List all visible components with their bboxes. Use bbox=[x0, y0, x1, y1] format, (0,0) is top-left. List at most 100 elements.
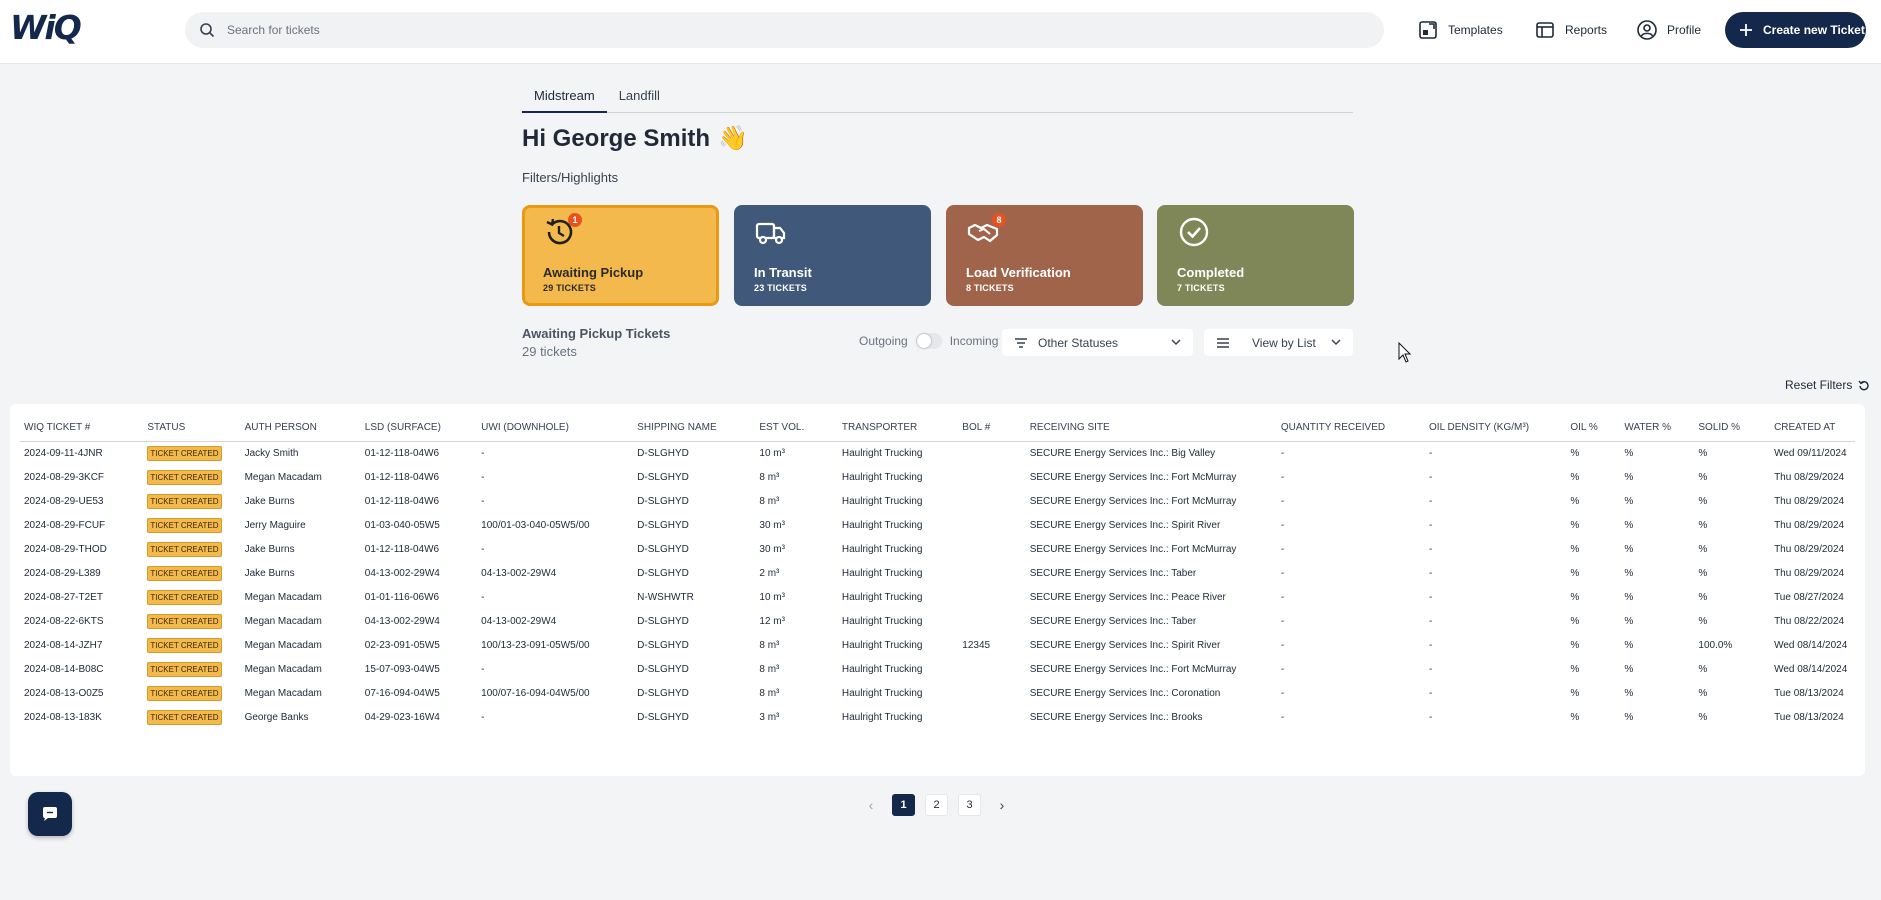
cell-uwi-downhole: - bbox=[481, 712, 485, 723]
status-badge: TICKET CREATED bbox=[147, 590, 222, 605]
cell-quantity-received: - bbox=[1280, 664, 1285, 675]
column-header-receiving-site[interactable]: RECEIVING SITE bbox=[1025, 414, 1277, 442]
card-label: Awaiting Pickup bbox=[543, 265, 644, 280]
cell-status: TICKET CREATED bbox=[143, 562, 240, 586]
page-button-3[interactable]: 3 bbox=[958, 794, 981, 816]
cell-transporter: Haulright Trucking bbox=[841, 616, 923, 627]
cell-auth-person: Megan Macadam bbox=[244, 472, 322, 483]
mouse-cursor-icon bbox=[1398, 342, 1412, 363]
app-logo[interactable]: WiQ bbox=[10, 8, 82, 47]
search-bar[interactable] bbox=[185, 12, 1384, 48]
column-header-status[interactable]: STATUS bbox=[143, 414, 241, 442]
cell-solid-pct: % bbox=[1698, 448, 1708, 460]
nav-profile[interactable]: Profile bbox=[1636, 16, 1701, 44]
table-row[interactable]: 2024-08-14-B08C TICKET CREATED Megan Macad… bbox=[20, 658, 1855, 682]
cell-oil-density: - bbox=[1429, 520, 1433, 531]
cell-bol bbox=[958, 610, 1025, 634]
status-badge: TICKET CREATED bbox=[147, 710, 222, 725]
card-completed[interactable]: Completed 7 TICKETS bbox=[1157, 205, 1354, 306]
column-header-uwi-downhole[interactable]: UWI (DOWNHOLE) bbox=[477, 414, 634, 442]
tab-midstream[interactable]: Midstream bbox=[522, 84, 607, 113]
table-row[interactable]: 2024-08-14-JZH7 TICKET CREATED Megan Macad… bbox=[20, 634, 1855, 658]
card-count: 7 TICKETS bbox=[1177, 283, 1225, 293]
direction-switch[interactable] bbox=[915, 333, 942, 349]
nav-reports[interactable]: Reports bbox=[1534, 16, 1607, 44]
cell-transporter: Haulright Trucking bbox=[841, 688, 923, 699]
cell-receiving-site: SECURE Energy Services Inc.: Fort McMurr… bbox=[1029, 496, 1237, 507]
table-row[interactable]: 2024-08-13-O0Z5 TICKET CREATED Megan Macad… bbox=[20, 682, 1855, 706]
create-ticket-button[interactable]: Create new Ticket bbox=[1725, 12, 1866, 48]
table-row[interactable]: 2024-09-11-4JNR TICKET CREATED Jacky Smith… bbox=[20, 442, 1855, 466]
cell-lsd-surface: 01-12-118-04W6 bbox=[364, 496, 440, 507]
cell-shipping-name: D-SLGHYD bbox=[637, 712, 689, 723]
page-button-2[interactable]: 2 bbox=[925, 794, 948, 816]
nav-reports-label: Reports bbox=[1565, 23, 1608, 37]
table-row[interactable]: 2024-08-29-THOD TICKET CREATED Jake Burns 0… bbox=[20, 538, 1855, 562]
cell-created-at: Thu 08/29/2024 bbox=[1774, 472, 1845, 483]
cell-status: TICKET CREATED bbox=[143, 490, 240, 514]
cell-uwi-downhole: 04-13-002-29W4 bbox=[481, 568, 557, 579]
column-header-bol[interactable]: BOL # bbox=[958, 414, 1026, 442]
table-row[interactable]: 2024-08-29-3KCF TICKET CREATED Megan Macad… bbox=[20, 466, 1855, 490]
column-header-created-at[interactable]: CREATED AT bbox=[1770, 414, 1855, 442]
table-row[interactable]: 2024-08-13-183K TICKET CREATED George Bank… bbox=[20, 706, 1855, 730]
cell-ticket: 2024-08-13-O0Z5 bbox=[24, 688, 104, 699]
column-header-oil-pct[interactable]: OIL % bbox=[1566, 414, 1621, 442]
cell-oil-density: - bbox=[1429, 544, 1433, 555]
table-row[interactable]: 2024-08-29-L389 TICKET CREATED Jake Burns 0… bbox=[20, 562, 1855, 586]
cell-water-pct: % bbox=[1624, 496, 1634, 507]
page-button-1[interactable]: 1 bbox=[892, 794, 915, 816]
nav-profile-label: Profile bbox=[1667, 23, 1702, 37]
card-awaiting-pickup[interactable]: 1 Awaiting Pickup 29 TICKETS bbox=[522, 205, 719, 306]
column-header-oil-density[interactable]: OIL DENSITY (KG/M³) bbox=[1425, 414, 1567, 442]
column-header-auth-person[interactable]: AUTH PERSON bbox=[240, 414, 361, 442]
column-header-solid-pct[interactable]: SOLID % bbox=[1694, 414, 1771, 442]
column-header-lsd-surface[interactable]: LSD (SURFACE) bbox=[360, 414, 478, 442]
table-row[interactable]: 2024-08-22-6KTS TICKET CREATED Megan Macad… bbox=[20, 610, 1855, 634]
table-row[interactable]: 2024-08-27-T2ET TICKET CREATED Megan Macad… bbox=[20, 586, 1855, 610]
cell-solid-pct: % bbox=[1698, 592, 1708, 603]
column-header-water-pct[interactable]: WATER % bbox=[1620, 414, 1695, 442]
column-header-ticket[interactable]: WIQ TICKET # bbox=[20, 414, 144, 442]
status-filter-dropdown[interactable]: Other Statuses bbox=[1002, 329, 1193, 356]
column-header-shipping-name[interactable]: SHIPPING NAME bbox=[633, 414, 756, 442]
cell-transporter: Haulright Trucking bbox=[841, 544, 923, 555]
table-row[interactable]: 2024-08-29-UE53 TICKET CREATED Jake Burns 0… bbox=[20, 490, 1855, 514]
cell-shipping-name: D-SLGHYD bbox=[637, 448, 689, 460]
cell-receiving-site: SECURE Energy Services Inc.: Coronation bbox=[1029, 688, 1221, 699]
status-badge: TICKET CREATED bbox=[147, 614, 222, 629]
cell-transporter: Haulright Trucking bbox=[841, 472, 923, 483]
search-input[interactable] bbox=[227, 23, 1327, 37]
column-header-quantity-received[interactable]: QUANTITY RECEIVED bbox=[1276, 414, 1426, 442]
table-row[interactable]: 2024-08-29-FCUF TICKET CREATED Jerry Magui… bbox=[20, 514, 1855, 538]
cell-solid-pct: % bbox=[1698, 520, 1708, 531]
cell-oil-pct: % bbox=[1570, 520, 1580, 531]
cell-auth-person: Jacky Smith bbox=[244, 448, 299, 460]
chat-launcher-button[interactable] bbox=[28, 792, 72, 836]
cell-status: TICKET CREATED bbox=[143, 538, 240, 562]
cell-status: TICKET CREATED bbox=[143, 466, 240, 490]
pagination: ‹ 1 2 3 › bbox=[860, 794, 1013, 816]
cell-quantity-received: - bbox=[1280, 472, 1285, 483]
cell-quantity-received: - bbox=[1280, 448, 1285, 460]
cell-oil-density: - bbox=[1429, 568, 1433, 579]
prev-page-button[interactable]: ‹ bbox=[860, 794, 882, 816]
column-header-transporter[interactable]: TRANSPORTER bbox=[837, 414, 959, 442]
cell-oil-pct: % bbox=[1570, 544, 1580, 555]
next-page-button[interactable]: › bbox=[991, 794, 1013, 816]
cell-uwi-downhole: - bbox=[481, 472, 485, 483]
reset-filters-button[interactable]: Reset Filters bbox=[1785, 378, 1870, 392]
card-in-transit[interactable]: In Transit 23 TICKETS bbox=[734, 205, 931, 306]
card-load-verification[interactable]: 8 Load Verification 8 TICKETS bbox=[946, 205, 1143, 306]
cell-water-pct: % bbox=[1624, 640, 1634, 651]
view-mode-dropdown[interactable]: View by List bbox=[1204, 329, 1353, 356]
cell-oil-density: - bbox=[1429, 592, 1433, 603]
view-mode-value: View by List bbox=[1252, 335, 1316, 350]
reset-filters-label: Reset Filters bbox=[1785, 378, 1853, 392]
status-badge: TICKET CREATED bbox=[147, 662, 222, 677]
tab-landfill[interactable]: Landfill bbox=[607, 84, 672, 113]
column-header-est-vol[interactable]: EST VOL. bbox=[755, 414, 838, 442]
cell-lsd-surface: 02-23-091-05W5 bbox=[364, 640, 440, 651]
nav-templates[interactable]: Templates bbox=[1417, 16, 1503, 44]
cell-oil-pct: % bbox=[1570, 472, 1580, 483]
